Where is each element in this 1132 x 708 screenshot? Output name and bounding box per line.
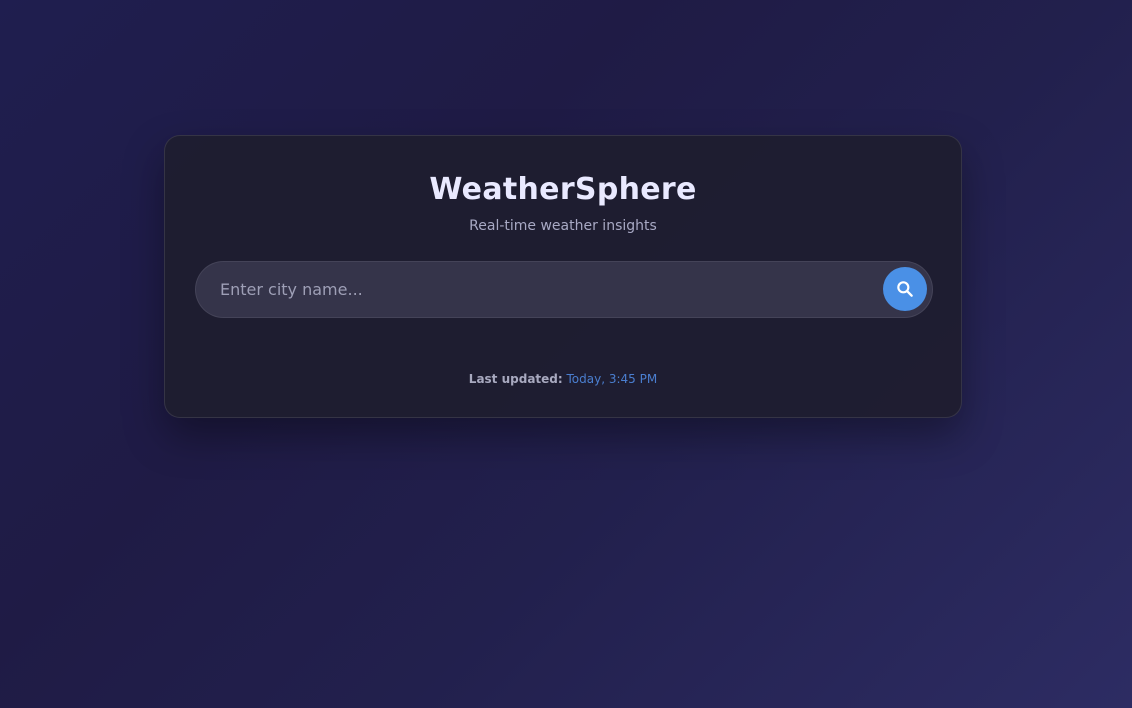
last-updated-time: Today, 3:45 PM (566, 372, 658, 386)
search-bar (195, 261, 933, 318)
search-icon (895, 279, 915, 299)
last-updated-status: Last updated: Today, 3:45 PM (165, 372, 961, 386)
app-subtitle: Real-time weather insights (469, 218, 657, 234)
city-search-input[interactable] (220, 262, 860, 317)
last-updated-label: Last updated: (468, 372, 563, 386)
search-button[interactable] (883, 267, 927, 311)
app-title: WeatherSphere (429, 172, 697, 207)
weather-search-card: WeatherSphere Real-time weather insights… (164, 135, 962, 418)
